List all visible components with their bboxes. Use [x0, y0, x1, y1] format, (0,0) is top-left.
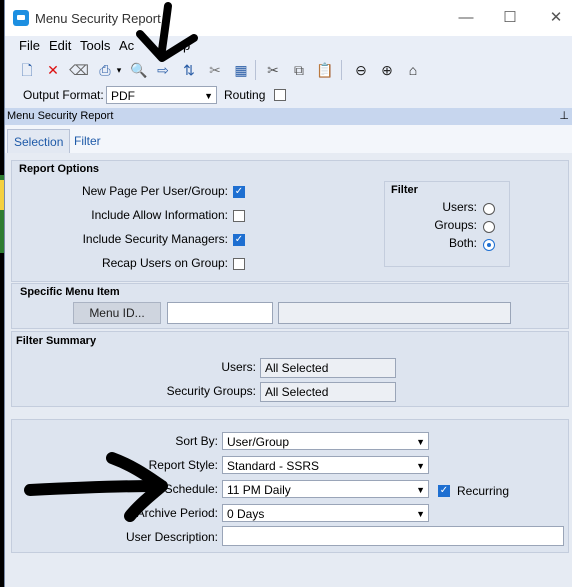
annotation-overlay: [24, 2, 198, 522]
annotation-arrow-top-shaft: [158, 2, 172, 54]
annotation-arrow-bottom-shaft: [24, 480, 162, 496]
